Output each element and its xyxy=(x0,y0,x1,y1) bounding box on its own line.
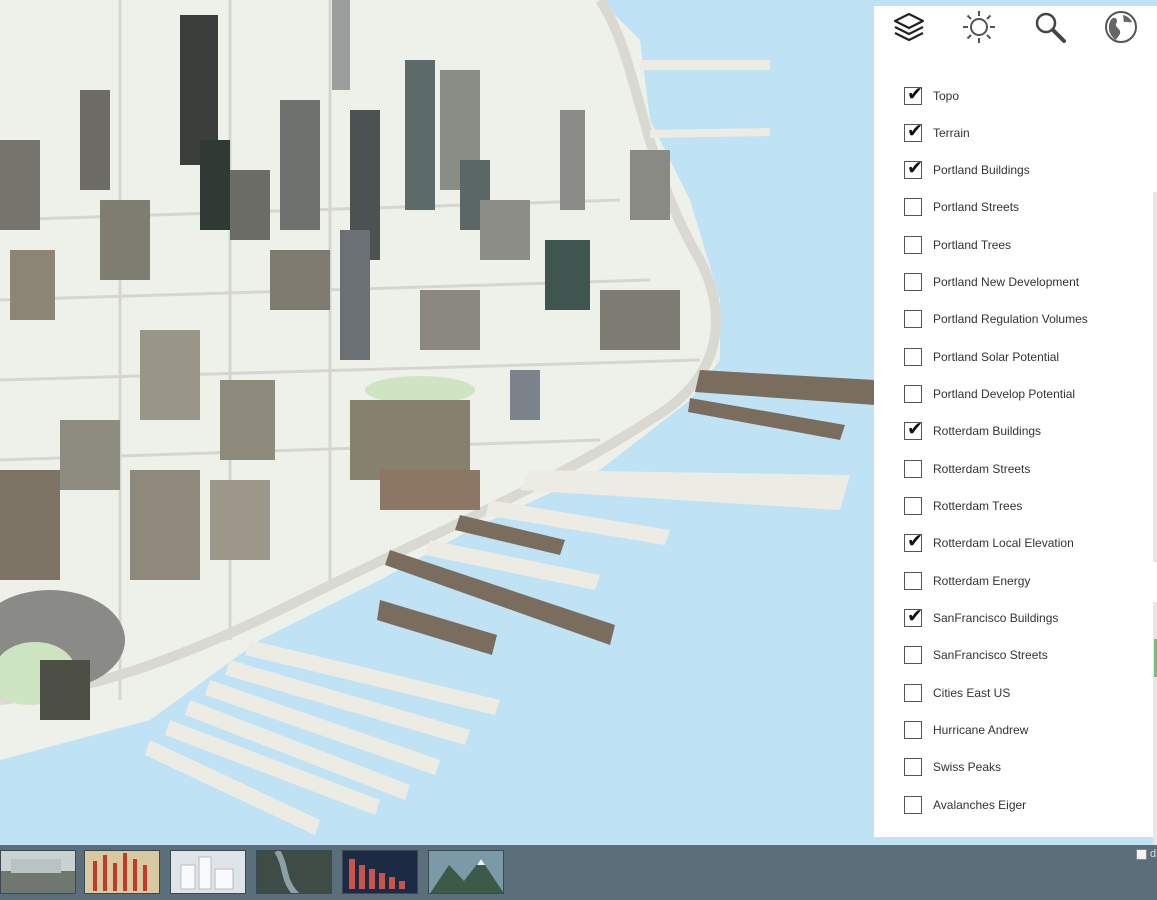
layer-row-avalanches-eiger[interactable]: Avalanches Eiger xyxy=(904,795,1026,815)
layer-label: Swiss Peaks xyxy=(933,760,1002,774)
layer-checkbox[interactable] xyxy=(904,460,922,478)
layer-label: SanFrancisco Streets xyxy=(933,648,1048,662)
slide-thumbnail-bar xyxy=(0,845,1157,900)
mountains-thumbnail[interactable] xyxy=(428,850,504,894)
sun-icon xyxy=(961,9,997,50)
layer-row-sanfrancisco-streets[interactable]: SanFrancisco Streets xyxy=(904,645,1048,665)
checkmark-icon: ✔ xyxy=(907,418,923,440)
tab-daylight[interactable] xyxy=(944,6,1014,52)
checkmark-icon: ✔ xyxy=(907,605,923,627)
bar-columns-thumbnail[interactable] xyxy=(342,850,418,894)
layer-label: Cities East US xyxy=(933,686,1011,700)
layer-row-rotterdam-streets[interactable]: Rotterdam Streets xyxy=(904,459,1030,479)
panel-tab-bar xyxy=(874,6,1157,52)
tab-layers[interactable] xyxy=(874,6,944,52)
layer-row-rotterdam-local-elevation[interactable]: ✔ Rotterdam Local Elevation xyxy=(904,530,1074,553)
layer-checkbox[interactable] xyxy=(904,385,922,403)
globe-icon xyxy=(1103,9,1139,50)
layer-checkbox[interactable] xyxy=(904,758,922,776)
checkmark-icon: ✔ xyxy=(907,120,923,142)
red-extrusion-thumbnail[interactable] xyxy=(84,850,160,894)
layer-checkbox[interactable] xyxy=(904,236,922,254)
layer-label: Rotterdam Trees xyxy=(933,499,1023,513)
layer-row-sanfrancisco-buildings[interactable]: ✔ SanFrancisco Buildings xyxy=(904,605,1059,628)
layer-row-rotterdam-buildings[interactable]: ✔ Rotterdam Buildings xyxy=(904,418,1042,441)
layer-label: Portland Buildings xyxy=(933,163,1030,177)
layer-label: Rotterdam Local Elevation xyxy=(933,536,1074,550)
layer-row-portland-solar-potential[interactable]: Portland Solar Potential xyxy=(904,347,1059,367)
tab-search[interactable] xyxy=(1015,6,1085,52)
layer-label: Terrain xyxy=(933,126,970,140)
layer-label: Rotterdam Buildings xyxy=(933,424,1042,438)
scrollbar-track[interactable] xyxy=(1153,192,1157,562)
city-aerial-thumbnail[interactable] xyxy=(0,850,76,894)
layer-checkbox[interactable]: ✔ xyxy=(904,530,923,552)
layer-row-portland-trees[interactable]: Portland Trees xyxy=(904,235,1011,255)
layer-checkbox[interactable]: ✔ xyxy=(904,83,923,105)
layer-row-portland-regulation-volumes[interactable]: Portland Regulation Volumes xyxy=(904,309,1088,329)
layer-row-portland-develop-potential[interactable]: Portland Develop Potential xyxy=(904,384,1075,404)
bottom-corner-label: d xyxy=(1150,848,1157,860)
layer-row-hurricane-andrew[interactable]: Hurricane Andrew xyxy=(904,720,1028,740)
layer-checkbox[interactable] xyxy=(904,310,922,328)
layer-checkbox[interactable]: ✔ xyxy=(904,418,923,440)
layers-icon xyxy=(893,11,925,48)
search-icon xyxy=(1033,10,1067,49)
layer-label: Portland Solar Potential xyxy=(933,350,1060,364)
layer-checkbox[interactable] xyxy=(904,198,922,216)
layer-row-terrain[interactable]: ✔ Terrain xyxy=(904,120,970,143)
layer-checkbox[interactable]: ✔ xyxy=(904,605,923,627)
layer-checkbox[interactable]: ✔ xyxy=(904,157,923,179)
checkmark-icon: ✔ xyxy=(907,157,923,179)
layer-row-portland-buildings[interactable]: ✔ Portland Buildings xyxy=(904,157,1030,180)
layer-label: SanFrancisco Buildings xyxy=(933,611,1059,625)
bottom-corner-checkbox[interactable] xyxy=(1136,849,1147,860)
layer-row-topo[interactable]: ✔ Topo xyxy=(904,83,960,106)
checkmark-icon: ✔ xyxy=(907,83,923,105)
layer-label: Portland Regulation Volumes xyxy=(933,312,1088,326)
satellite-thumbnail[interactable] xyxy=(256,850,332,894)
layer-row-rotterdam-energy[interactable]: Rotterdam Energy xyxy=(904,571,1030,591)
white-buildings-thumbnail[interactable] xyxy=(170,850,246,894)
layer-label: Avalanches Eiger xyxy=(933,798,1027,812)
tab-basemap[interactable] xyxy=(1086,6,1156,52)
layer-label: Portland New Development xyxy=(933,275,1080,289)
layer-row-cities-east-us[interactable]: Cities East US xyxy=(904,683,1010,703)
layer-row-portland-new-development[interactable]: Portland New Development xyxy=(904,272,1079,292)
layer-checkbox[interactable] xyxy=(904,497,922,515)
layer-row-portland-streets[interactable]: Portland Streets xyxy=(904,197,1019,217)
layer-label: Rotterdam Streets xyxy=(933,462,1031,476)
layer-list: ✔ Topo ✔ Terrain ✔ Portland Buildings Po… xyxy=(874,52,1157,882)
layer-checkbox[interactable] xyxy=(904,721,922,739)
layer-checkbox[interactable] xyxy=(904,572,922,590)
layer-checkbox[interactable] xyxy=(904,348,922,366)
layer-checkbox[interactable] xyxy=(904,796,922,814)
layer-label: Portland Develop Potential xyxy=(933,387,1076,401)
layer-label: Rotterdam Energy xyxy=(933,574,1031,588)
layer-label: Portland Streets xyxy=(933,200,1020,214)
layer-label: Hurricane Andrew xyxy=(933,723,1029,737)
layer-checkbox[interactable] xyxy=(904,646,922,664)
layer-row-rotterdam-trees[interactable]: Rotterdam Trees xyxy=(904,496,1022,516)
layer-checkbox[interactable] xyxy=(904,684,922,702)
layer-label: Topo xyxy=(933,89,960,103)
layer-row-swiss-peaks[interactable]: Swiss Peaks xyxy=(904,757,1001,777)
layer-panel: ✔ Topo ✔ Terrain ✔ Portland Buildings Po… xyxy=(874,6,1157,882)
layer-checkbox[interactable]: ✔ xyxy=(904,120,923,142)
checkmark-icon: ✔ xyxy=(907,530,923,552)
layer-label: Portland Trees xyxy=(933,238,1012,252)
layer-checkbox[interactable] xyxy=(904,273,922,291)
